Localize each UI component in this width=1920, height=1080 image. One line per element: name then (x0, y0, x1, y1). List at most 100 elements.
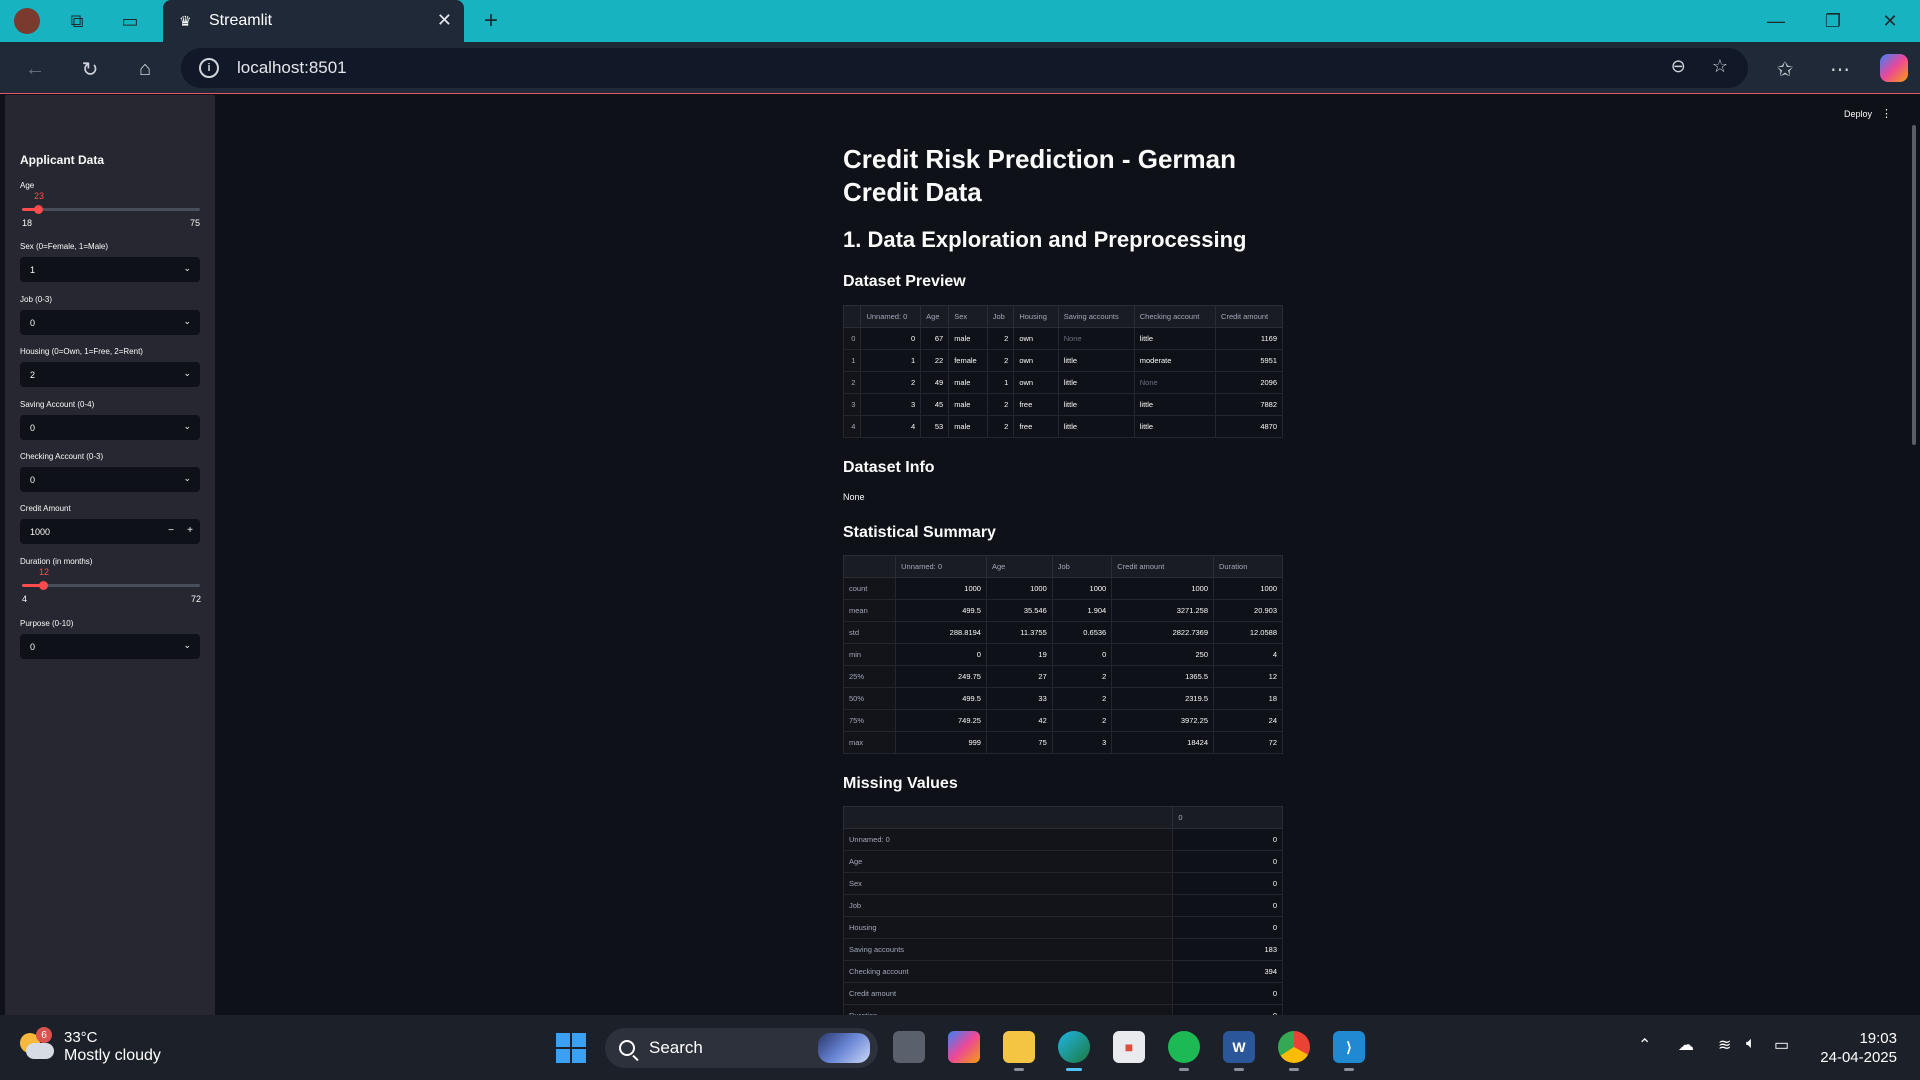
table-row[interactable]: 0 0 67 male 2 own None little 1169 (842, 327, 1283, 350)
favorites-icon[interactable]: ✩ (1770, 54, 1800, 84)
housing-select[interactable]: 2 ⌄ (20, 362, 200, 387)
age-slider-thumb[interactable] (34, 205, 43, 214)
column-header[interactable]: Age (920, 305, 950, 328)
table-row[interactable]: Housing 0 (842, 916, 1283, 939)
workspaces-icon[interactable]: ⧉ (64, 8, 90, 34)
table-row[interactable]: std 288.8194 11.3755 0.6536 2822.7369 12.0588 (842, 621, 1283, 644)
table-row[interactable]: 2 2 49 male 1 own little None 2096 (842, 371, 1283, 394)
column-header[interactable]: Checking account (1133, 305, 1217, 328)
deploy-button[interactable]: Deploy (1844, 109, 1872, 119)
vscode-icon[interactable]: ⟩ (1333, 1031, 1365, 1071)
show-hidden-icons-icon[interactable]: ⌃ (1638, 1035, 1651, 1055)
dataset-preview-table[interactable]: Unnamed: 0 Age Sex Job Housing Saving account… (842, 305, 1283, 438)
weather-widget[interactable]: 6 33°C Mostly cloudy (20, 1027, 161, 1065)
credit-amount-input[interactable]: 1000 − + (20, 519, 200, 544)
duration-slider[interactable] (22, 581, 200, 590)
purpose-select[interactable]: 0 ⌄ (20, 634, 200, 659)
duration-max: 72 (191, 594, 202, 604)
decrement-button[interactable]: − (168, 525, 174, 536)
table-row[interactable]: Unnamed: 00 (842, 828, 1283, 851)
column-header[interactable]: Credit amount (1111, 555, 1215, 578)
back-button[interactable]: ← (20, 54, 50, 84)
table-row[interactable]: Age 0 (842, 850, 1283, 873)
column-header[interactable]: 0 (1172, 806, 1283, 829)
checking-account-select[interactable]: 0 ⌄ (20, 467, 200, 492)
sex-select[interactable]: 1 ⌄ (20, 257, 200, 282)
spotify-icon[interactable] (1168, 1031, 1200, 1071)
chrome-icon[interactable] (1278, 1031, 1310, 1071)
age-slider[interactable] (22, 205, 200, 214)
scrollbar[interactable] (1912, 125, 1916, 445)
profile-avatar[interactable] (14, 8, 40, 34)
column-header[interactable]: Age (985, 555, 1053, 578)
column-header[interactable] (842, 555, 897, 578)
column-header[interactable] (842, 806, 1174, 829)
refresh-button[interactable]: ↻ (75, 54, 105, 84)
table-row[interactable]: 25% 249.75 27 2 1365.5 12 (842, 665, 1283, 688)
home-button[interactable]: ⌂ (130, 54, 160, 84)
wifi-icon[interactable]: ≋ (1718, 1035, 1731, 1055)
close-tab-icon[interactable]: ✕ (437, 10, 452, 31)
row-index: Credit amount (842, 982, 1174, 1005)
table-row[interactable]: 1 1 22 female 2 own little moderate 5951 (842, 349, 1283, 372)
column-header[interactable]: Unnamed: 0 (860, 305, 922, 328)
tab-actions-icon[interactable]: ▭ (117, 8, 143, 34)
tab-streamlit[interactable]: ♛ Streamlit ✕ (163, 0, 464, 42)
table-row[interactable]: Credit amount 0 (842, 982, 1283, 1005)
column-header[interactable]: Duration (1213, 555, 1283, 578)
system-clock[interactable]: 19:03 24-04-2025 (1820, 1029, 1897, 1067)
onedrive-icon[interactable]: ☁ (1678, 1035, 1694, 1055)
minimize-button[interactable]: — (1756, 6, 1796, 36)
table-row[interactable]: 3 3 45 male 2 free little little 7882 (842, 393, 1283, 416)
column-header[interactable]: Housing (1013, 305, 1059, 328)
table-row[interactable]: Duration0 (842, 1004, 1283, 1015)
close-window-button[interactable]: ✕ (1870, 6, 1910, 36)
table-row[interactable]: min 0 19 0 250 4 (842, 643, 1283, 666)
duration-slider-thumb[interactable] (39, 581, 48, 590)
column-header[interactable]: Job (986, 305, 1015, 328)
column-header[interactable]: Credit amount (1215, 305, 1283, 328)
main-menu-icon[interactable]: ⋮ (1881, 107, 1892, 120)
column-header[interactable]: Job (1051, 555, 1113, 578)
table-row[interactable]: Saving accounts 183 (842, 938, 1283, 961)
site-info-icon[interactable]: i (199, 58, 219, 78)
more-options-icon[interactable]: ⋯ (1825, 54, 1855, 84)
taskbar-search[interactable]: Search (605, 1028, 878, 1068)
table-row[interactable]: count 1000 1000 1000 1000 1000 (842, 577, 1283, 600)
start-button-icon[interactable] (556, 1033, 586, 1063)
file-explorer-icon[interactable] (1003, 1031, 1035, 1071)
volume-icon[interactable]: 🔈︎ (1746, 1035, 1756, 1053)
missing-values-table[interactable]: 0 Unnamed: 0 0 Age 0 Sex 0 Job 0 Housing 0 Saving … (842, 806, 1283, 1015)
table-row[interactable]: Checking account 394 (842, 960, 1283, 983)
battery-icon[interactable]: ▭ (1774, 1035, 1789, 1055)
column-header[interactable]: Sex (948, 305, 988, 328)
table-cell: 75 (985, 731, 1053, 754)
url-field[interactable]: i localhost:8501 ⊖ ☆ (181, 48, 1748, 88)
new-tab-button[interactable]: + (478, 7, 504, 34)
table-row[interactable]: max 999 75 3 18424 72 (842, 731, 1283, 754)
edge-browser-icon[interactable] (1058, 1031, 1090, 1071)
increment-button[interactable]: + (187, 525, 193, 536)
column-header[interactable]: Saving accounts (1057, 305, 1135, 328)
search-highlight-image (818, 1033, 870, 1063)
restore-button[interactable]: ❐ (1813, 6, 1853, 36)
task-view-icon[interactable] (893, 1031, 925, 1063)
table-row[interactable]: mean 499.5 35.546 1.904 3271.258 20.903 (842, 599, 1283, 622)
table-cell: little (1133, 415, 1217, 438)
table-row[interactable]: Sex 0 (842, 872, 1283, 895)
table-row[interactable]: 50% 499.5 33 2 2319.5 18 (842, 687, 1283, 710)
zoom-icon[interactable]: ⊖ (1671, 56, 1686, 77)
column-header[interactable]: Unnamed: 0 (895, 555, 987, 578)
job-select[interactable]: 0 ⌄ (20, 310, 200, 335)
column-header[interactable] (842, 305, 862, 328)
favorite-star-icon[interactable]: ☆ (1712, 56, 1728, 77)
copilot-icon[interactable] (1880, 54, 1908, 82)
table-row[interactable]: 75% 749.25 42 2 3972.25 24 (842, 709, 1283, 732)
microsoft-store-icon[interactable]: ■ (1113, 1031, 1145, 1063)
word-icon[interactable]: W (1223, 1031, 1255, 1071)
table-row[interactable]: 4 4 53 male 2 free little little 4870 (842, 415, 1283, 438)
statistical-summary-table[interactable]: Unnamed: 0 Age Job Credit amount Duration co… (842, 555, 1283, 754)
saving-account-select[interactable]: 0 ⌄ (20, 415, 200, 440)
table-row[interactable]: Job 0 (842, 894, 1283, 917)
copilot-app-icon[interactable] (948, 1031, 980, 1063)
